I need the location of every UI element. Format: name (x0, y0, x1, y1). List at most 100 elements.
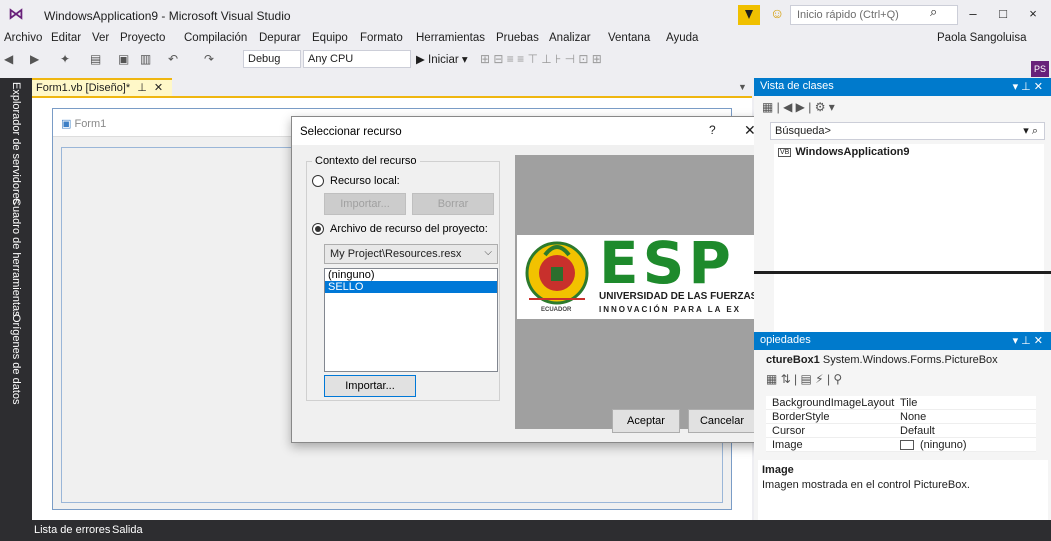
redo-icon[interactable]: ↷ (204, 52, 214, 66)
splitter[interactable] (754, 271, 1051, 274)
accept-button[interactable]: Aceptar (612, 409, 680, 433)
minimize-button[interactable]: ‒ (962, 4, 984, 24)
user-account[interactable]: Paola Sangoluisa (937, 32, 1027, 44)
property-description: Image Imagen mostrada en el control Pict… (758, 460, 1048, 520)
menu-herramientas[interactable]: Herramientas (416, 32, 485, 44)
menu-ventana[interactable]: Ventana (608, 32, 650, 44)
tab-toolbox[interactable]: Cuadro de herramientas (10, 198, 22, 317)
save-icon[interactable]: ▣ (118, 52, 129, 66)
search-icon[interactable]: ⌕ (930, 4, 937, 20)
notification-flag-icon[interactable] (738, 5, 760, 25)
tab-data-sources[interactable]: Orígenes de datos (10, 314, 22, 405)
menu-depurar[interactable]: Depurar (259, 32, 301, 44)
property-row[interactable]: BorderStyle None (766, 410, 1036, 424)
list-item[interactable]: (ninguno) (325, 269, 497, 281)
property-row[interactable]: Cursor Default (766, 424, 1036, 438)
menu-ayuda[interactable]: Ayuda (666, 32, 698, 44)
import-button[interactable]: Importar... (324, 375, 416, 397)
object-name: ctureBox1 (766, 354, 820, 366)
maximize-button[interactable]: □ (992, 4, 1014, 24)
cancel-button[interactable]: Cancelar (688, 409, 756, 433)
properties-title: opiedades (760, 334, 811, 346)
dialog-title: Seleccionar recurso (300, 126, 402, 138)
right-panel: Vista de clases ▾ ⊥ ✕ ▦ | ◀ ▶ | ⚙ ▾ Búsq… (754, 78, 1051, 520)
tab-output[interactable]: Salida (112, 524, 143, 536)
menu-archivo[interactable]: Archivo (4, 32, 42, 44)
local-resource-label: Recurso local: (330, 175, 400, 187)
feedback-smiley-icon[interactable]: ☺ (770, 5, 784, 21)
image-swatch-icon (900, 440, 914, 451)
form1-title: Form1 (74, 118, 107, 130)
description-title: Image (762, 464, 794, 476)
menu-pruebas[interactable]: Pruebas (496, 32, 539, 44)
close-button[interactable]: × (1022, 4, 1044, 24)
resource-file-value: My Project\Resources.resx (330, 248, 462, 260)
class-view: ▦ | ◀ ▶ | ⚙ ▾ Búsqueda> ▾ ⌕ VB WindowsApp… (754, 96, 1051, 348)
class-tree: VB WindowsApplication9 (774, 144, 1044, 346)
window-title: WindowsApplication9 - Microsoft Visual S… (44, 9, 291, 23)
logo-ecuador: ECUADOR (541, 307, 572, 313)
menu-compilacion[interactable]: Compilación (184, 32, 247, 44)
class-view-title: Vista de clases (760, 80, 834, 92)
bottom-tool-tabs: Lista de errores Salida (0, 520, 1051, 541)
resource-file-select[interactable]: My Project\Resources.resx ⌵ (324, 244, 498, 264)
properties-header: opiedades ▾ ⊥ ✕ (754, 332, 1051, 350)
panel-options-icon[interactable]: ▾ ⊥ ✕ (1013, 334, 1043, 347)
list-item-selected[interactable]: SELLO (325, 281, 497, 293)
image-preview: ESP UNIVERSIDAD DE LAS FUERZAS INNOVACIÓ… (515, 155, 755, 429)
start-button[interactable]: ▶ Iniciar ▾ (416, 52, 468, 66)
property-grid: BackgroundImageLayout Tile BorderStyle Non… (766, 396, 1036, 452)
format-tools-icon[interactable]: ⊞ ⊟ ≡ ≡ ⊤ ⊥ ⊦ ⊣ ⊡ ⊞ (480, 52, 602, 66)
help-button[interactable]: ? (709, 123, 716, 137)
open-icon[interactable]: ▤ (90, 52, 101, 66)
menu-editar[interactable]: Editar (51, 32, 81, 44)
sello-logo: ESP UNIVERSIDAD DE LAS FUERZAS INNOVACIÓ… (517, 235, 755, 319)
menu-equipo[interactable]: Equipo (312, 32, 348, 44)
menu-formato[interactable]: Formato (360, 32, 403, 44)
project-resource-radio[interactable] (312, 223, 324, 235)
vb-project-icon: VB (778, 147, 792, 157)
menu-proyecto[interactable]: Proyecto (120, 32, 165, 44)
menu-bar: Archivo Editar Ver Proyecto Compilación … (0, 30, 1051, 77)
property-row[interactable]: BackgroundImageLayout Tile (766, 396, 1036, 410)
platform-select[interactable]: Any CPU (303, 50, 411, 68)
left-tool-strip: Explorador de servidores Cuadro de herra… (0, 78, 32, 520)
group-label: Contexto del recurso (312, 155, 420, 167)
resource-list[interactable]: (ninguno) SELLO (324, 268, 498, 372)
select-resource-dialog: Seleccionar recurso ? ✕ Contexto del rec… (291, 116, 768, 443)
property-row[interactable]: Image (ninguno) (766, 438, 1036, 452)
undo-icon[interactable]: ↶ (168, 52, 178, 66)
class-view-toolbar[interactable]: ▦ | ◀ ▶ | ⚙ ▾ (762, 100, 835, 114)
save-all-icon[interactable]: ▥ (140, 52, 151, 66)
properties-toolbar[interactable]: ▦ ⇅ | ▤ ⚡ | ⚲ (766, 372, 842, 386)
new-project-icon[interactable]: ✦ (60, 52, 70, 66)
menu-ver[interactable]: Ver (92, 32, 109, 44)
document-tab[interactable]: Form1.vb [Diseño]* ⊥ ✕ (32, 78, 172, 96)
menu-analizar[interactable]: Analizar (549, 32, 591, 44)
search-icon[interactable]: ▾ ⌕ (1023, 124, 1038, 138)
delete-button[interactable]: Borrar (412, 193, 494, 215)
forward-icon[interactable]: ▶ (30, 52, 39, 66)
form-icon: ▣ (61, 118, 72, 130)
tree-item-project[interactable]: VB WindowsApplication9 (778, 146, 910, 158)
pin-icon[interactable]: ⊥ (137, 82, 147, 94)
chevron-down-icon: ⌵ (484, 247, 492, 258)
configuration-select[interactable]: Debug (243, 50, 301, 68)
title-bar: ⋈ WindowsApplication9 - Microsoft Visual… (0, 0, 1051, 30)
tab-server-explorer[interactable]: Explorador de servidores (10, 82, 22, 204)
object-selector[interactable]: ctureBox1 System.Windows.Forms.PictureBo… (766, 354, 998, 366)
class-view-header: Vista de clases ▾ ⊥ ✕ (754, 78, 1051, 96)
properties-panel: opiedades ▾ ⊥ ✕ ctureBox1 System.Windows… (754, 332, 1051, 520)
local-resource-radio[interactable] (312, 175, 324, 187)
back-icon[interactable]: ◀ (4, 52, 13, 66)
document-tab-label: Form1.vb [Diseño]* (36, 82, 131, 94)
tab-overflow-icon[interactable]: ▼ (738, 82, 747, 92)
panel-options-icon[interactable]: ▾ ⊥ ✕ (1013, 80, 1043, 93)
project-resource-label: Archivo de recurso del proyecto: (330, 223, 488, 235)
tree-item-label: WindowsApplication9 (795, 146, 910, 158)
import-local-button[interactable]: Importar... (324, 193, 406, 215)
tab-error-list[interactable]: Lista de errores (34, 524, 110, 536)
tab-close-icon[interactable]: ✕ (154, 82, 163, 94)
class-view-search-input[interactable]: Búsqueda> ▾ ⌕ (770, 122, 1045, 140)
logo-motto: INNOVACIÓN PARA LA EX (599, 305, 742, 314)
